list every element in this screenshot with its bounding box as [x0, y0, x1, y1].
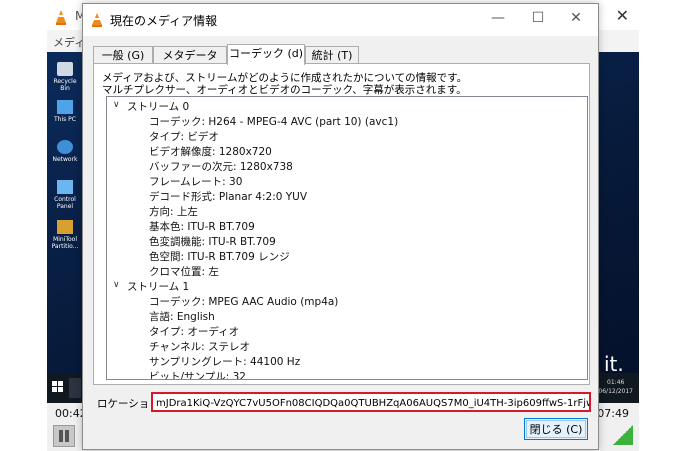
stream-1-label[interactable]: ストリーム 1: [127, 279, 189, 294]
close-icon[interactable]: ✕: [561, 10, 591, 26]
desktop-icon-this-pc: This PC: [50, 100, 80, 123]
tree-item: タイプ: ビデオ: [149, 131, 219, 143]
tree-item: コーデック: H264 - MPEG-4 AVC (part 10) (avc1…: [149, 116, 399, 128]
tree-item: コーデック: MPEG AAC Audio (mp4a): [149, 296, 339, 308]
desktop-icon-minitool: MiniTool Partitio...: [50, 220, 80, 250]
minimize-icon[interactable]: —: [483, 10, 513, 26]
desktop-icon-control-panel: Control Panel: [50, 180, 80, 210]
tree-item: 基本色: ITU-R BT.709: [149, 221, 255, 233]
volume-slider[interactable]: [613, 425, 633, 445]
tree-item: 言語: English: [149, 311, 215, 323]
vlc-cone-icon: [92, 13, 102, 27]
tree-item: デコード形式: Planar 4:2:0 YUV: [149, 191, 308, 203]
tree-item: 方向: 上左: [149, 206, 198, 218]
description-line-2: マルチプレクサー、オーディオとビデオのコーデック、字幕が表示されます。: [102, 84, 467, 96]
taskbar-clock: 01:46 06/12/2017: [598, 379, 633, 395]
vlc-cone-icon: [56, 10, 66, 25]
control-panel-icon: [57, 180, 73, 194]
tab-general[interactable]: 一般 (G): [93, 46, 153, 64]
dialog-titlebar: 現在のメディア情報 — ☐ ✕: [83, 4, 598, 36]
expand-caret-icon[interactable]: ∨: [113, 280, 120, 290]
computer-icon: [57, 100, 73, 114]
maximize-icon[interactable]: ☐: [523, 10, 553, 26]
tree-item: クロマ位置: 左: [149, 266, 219, 278]
media-info-dialog: 現在のメディア情報 — ☐ ✕ 一般 (G) メタデータ (M) コーデック (…: [82, 3, 599, 450]
tree-item: タイプ: オーディオ: [149, 326, 240, 338]
codec-tree[interactable]: ∨ ストリーム 0 コーデック: H264 - MPEG-4 AVC (part…: [106, 96, 588, 380]
tree-item: ビット/サンプル: 32: [149, 371, 246, 380]
tree-item: フレームレート: 30: [149, 176, 243, 188]
tree-item: サンプリングレート: 44100 Hz: [149, 356, 301, 368]
tree-item: ビデオ解像度: 1280x720: [149, 146, 272, 158]
dialog-title: 現在のメディア情報: [110, 14, 218, 28]
stream-0-label[interactable]: ストリーム 0: [127, 99, 189, 114]
expand-caret-icon[interactable]: ∨: [113, 100, 120, 110]
vlc-close-icon[interactable]: ✕: [616, 6, 629, 25]
tree-item: 色空間: ITU-R BT.709 レンジ: [149, 251, 290, 263]
windows-start-icon[interactable]: [52, 381, 63, 392]
taskbar-search[interactable]: [69, 378, 81, 398]
tree-item: バッファーの次元: 1280x738: [149, 161, 293, 173]
minitool-icon: [57, 220, 73, 234]
tab-codec[interactable]: コーデック (d): [227, 44, 305, 65]
desktop-icon-recycle-bin: Recycle Bin: [50, 62, 80, 92]
tab-metadata[interactable]: メタデータ (M): [153, 46, 227, 79]
pause-button[interactable]: [53, 425, 75, 447]
tree-item: 色変調機能: ITU-R BT.709: [149, 236, 276, 248]
location-field[interactable]: mJDra1KiQ-VzQYC7vU5OFn08CIQDQa0QTUBHZqA0…: [151, 392, 591, 412]
network-icon: [57, 140, 73, 154]
tree-item: チャンネル: ステレオ: [149, 341, 251, 353]
tab-statistics[interactable]: 統計 (T): [305, 46, 359, 64]
codec-panel: メディアおよび、ストリームがどのように作成されたかについての情報です。 マルチプ…: [93, 63, 590, 385]
close-button[interactable]: 閉じる (C): [524, 418, 588, 440]
desktop-icon-network: Network: [50, 140, 80, 163]
total-time: 07:49: [597, 407, 629, 420]
recycle-bin-icon: [57, 62, 73, 76]
